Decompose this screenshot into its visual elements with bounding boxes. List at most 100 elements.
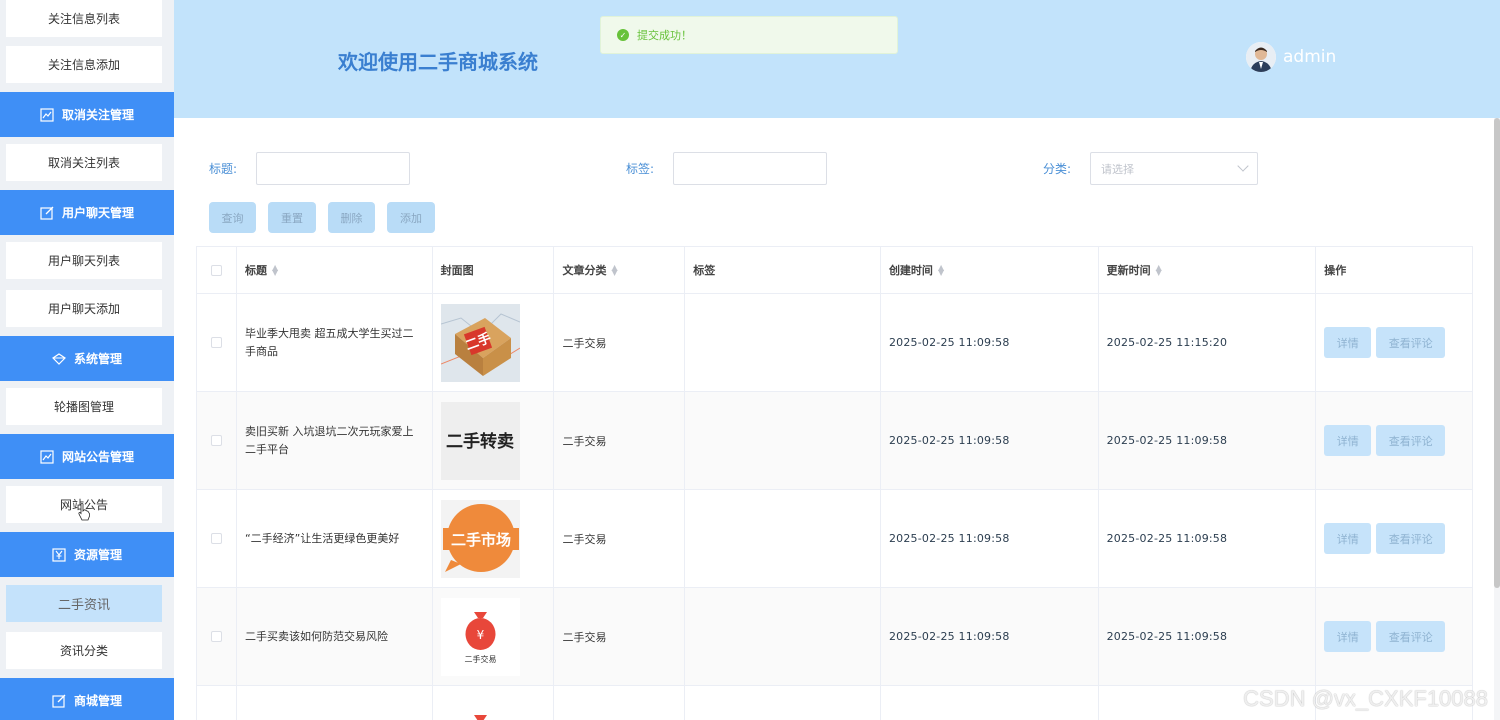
sort-icon[interactable]: ▲ ▼	[938, 264, 944, 277]
sidebar-item-chat-list[interactable]: 用户聊天列表	[6, 242, 162, 279]
sidebar-group-chat[interactable]: 用户聊天管理	[0, 190, 174, 235]
yen-icon	[52, 547, 66, 562]
chart-icon	[40, 107, 54, 122]
sort-icon[interactable]: ▲ ▼	[272, 264, 278, 277]
title-filter-label: 标题:	[209, 162, 238, 176]
header-updated[interactable]: 更新时间 ▲ ▼	[1099, 247, 1317, 293]
sidebar-item-carousel[interactable]: 轮播图管理	[6, 388, 162, 425]
chevron-down-icon	[1237, 160, 1249, 172]
sidebar-item-follow-list[interactable]: 关注信息列表	[6, 0, 162, 37]
page-title: 欢迎使用二手商城系统	[338, 50, 538, 74]
chart-icon	[40, 449, 54, 464]
reset-button[interactable]: 重置	[268, 202, 316, 233]
row-title: 毕业季大甩卖 超五成大学生买过二手商品	[237, 294, 433, 391]
row-category: 二手交易	[554, 392, 686, 489]
table-row: 卖旧买新 入坑退坑二次元玩家爱上二手平台 二手转卖 二手交易 2025-02-2…	[197, 392, 1472, 490]
sidebar-item-news-category[interactable]: 资讯分类	[6, 632, 162, 669]
row-checkbox[interactable]	[210, 435, 222, 446]
delete-button[interactable]: 删除	[328, 202, 375, 233]
header-title[interactable]: 标题 ▲ ▼	[237, 247, 433, 293]
detail-button[interactable]: 详情	[1324, 621, 1372, 652]
row-checkbox[interactable]	[210, 631, 222, 642]
cover-image: ¥ 二手交易	[440, 597, 520, 676]
svg-text:二手市场: 二手市场	[451, 531, 511, 549]
row-cover: 二手转卖	[433, 392, 555, 489]
user-menu[interactable]: admin	[1246, 42, 1336, 72]
sidebar-group-unfollow[interactable]: 取消关注管理	[0, 92, 174, 137]
row-title: 二手买卖该如何防范交易风险	[237, 588, 433, 685]
svg-text:二手交易: 二手交易	[464, 654, 496, 664]
sidebar-item-follow-add[interactable]: 关注信息添加	[6, 46, 162, 83]
row-updated: 2025-02-25 11:09:58	[1099, 392, 1317, 489]
view-comments-button[interactable]: 查看评论	[1376, 523, 1446, 554]
title-filter-input[interactable]	[256, 152, 410, 185]
edit-icon	[52, 694, 66, 708]
tag-filter-input[interactable]	[673, 152, 827, 185]
tag-filter-label: 标签:	[626, 162, 655, 176]
sidebar-group-notice[interactable]: 网站公告管理	[0, 434, 174, 479]
sidebar-item-secondhand-news[interactable]: 二手资讯	[6, 585, 162, 622]
svg-text:二手转卖: 二手转卖	[446, 431, 514, 452]
row-checkbox[interactable]	[210, 337, 222, 348]
header-category[interactable]: 文章分类 ▲ ▼	[554, 247, 686, 293]
row-category: 二手交易	[554, 588, 686, 685]
sidebar-item-unfollow-list[interactable]: 取消关注列表	[6, 144, 162, 181]
table-row: 毕业季大甩卖 超五成大学生买过二手商品 二手 二手交易 2025-02-25 1…	[197, 294, 1472, 392]
select-all-checkbox[interactable]	[210, 264, 222, 276]
row-checkbox[interactable]	[210, 533, 222, 544]
check-circle-icon: ✓	[617, 29, 629, 41]
news-table: 标题 ▲ ▼ 封面图 文章分类 ▲ ▼ 标签 创建时间 ▲ ▼ 更新时间 ▲ ▼ 操作 毕业季大…	[196, 246, 1473, 720]
sidebar-item-chat-add[interactable]: 用户聊天添加	[6, 290, 162, 327]
sort-icon[interactable]: ▲ ▼	[1156, 264, 1162, 277]
svg-text:¥: ¥	[476, 628, 484, 642]
header-tags: 标签	[685, 247, 881, 293]
row-category: 二手交易	[554, 490, 686, 587]
table-header-row: 标题 ▲ ▼ 封面图 文章分类 ▲ ▼ 标签 创建时间 ▲ ▼ 更新时间 ▲ ▼ 操作	[197, 247, 1472, 294]
row-tags	[685, 490, 881, 587]
avatar	[1246, 42, 1276, 72]
row-updated: 2025-02-25 11:15:20	[1099, 294, 1317, 391]
row-title: “二手经济”让生活更绿色更美好	[237, 490, 433, 587]
row-cover: ¥ 二手交易	[433, 588, 555, 685]
detail-button[interactable]: 详情	[1324, 425, 1372, 456]
row-category: 二手交易	[554, 294, 686, 391]
scrollbar[interactable]	[1494, 118, 1500, 588]
sidebar-group-system[interactable]: 系统管理	[0, 336, 174, 381]
category-select-placeholder: 请选择	[1101, 162, 1134, 176]
row-cover	[433, 686, 555, 720]
category-filter-label: 分类:	[1043, 162, 1072, 176]
success-toast: ✓ 提交成功！	[600, 16, 898, 54]
table-row: 二手买卖该如何防范交易风险 ¥ 二手交易 二手交易 2025-02-25 11:…	[197, 588, 1472, 686]
detail-button[interactable]: 详情	[1324, 523, 1372, 554]
cover-image: 二手市场	[440, 499, 520, 578]
row-created: 2025-02-25 11:09:58	[881, 490, 1099, 587]
toast-message: 提交成功！	[637, 29, 692, 42]
view-comments-button[interactable]: 查看评论	[1376, 327, 1446, 358]
row-created: 2025-02-25 11:09:58	[881, 588, 1099, 685]
row-title: 卖旧买新 入坑退坑二次元玩家爱上二手平台	[237, 392, 433, 489]
table-row: “二手经济”让生活更绿色更美好 二手市场 二手交易 2025-02-25 11:…	[197, 490, 1472, 588]
username: admin	[1283, 47, 1337, 67]
add-button[interactable]: 添加	[387, 202, 435, 233]
cover-image	[473, 715, 487, 720]
sidebar-group-mall[interactable]: 商城管理	[0, 678, 174, 720]
view-comments-button[interactable]: 查看评论	[1376, 621, 1446, 652]
sort-icon[interactable]: ▲ ▼	[611, 264, 617, 277]
watermark: CSDN @vx_CXKF10088	[1243, 686, 1488, 711]
detail-button[interactable]: 详情	[1324, 327, 1372, 358]
diamond-icon	[52, 352, 66, 365]
row-created: 2025-02-25 11:09:58	[881, 294, 1099, 391]
query-button[interactable]: 查询	[209, 202, 256, 233]
row-cover: 二手市场	[433, 490, 555, 587]
row-updated: 2025-02-25 11:09:58	[1099, 490, 1317, 587]
category-select[interactable]: 请选择	[1090, 152, 1258, 185]
header-created[interactable]: 创建时间 ▲ ▼	[881, 247, 1099, 293]
edit-icon	[40, 206, 54, 220]
row-tags	[685, 588, 881, 685]
header-cover: 封面图	[433, 247, 555, 293]
hand-cursor-icon	[78, 503, 90, 521]
row-tags	[685, 392, 881, 489]
view-comments-button[interactable]: 查看评论	[1376, 425, 1446, 456]
row-cover: 二手	[433, 294, 555, 391]
sidebar-group-resource[interactable]: 资源管理	[0, 532, 174, 577]
